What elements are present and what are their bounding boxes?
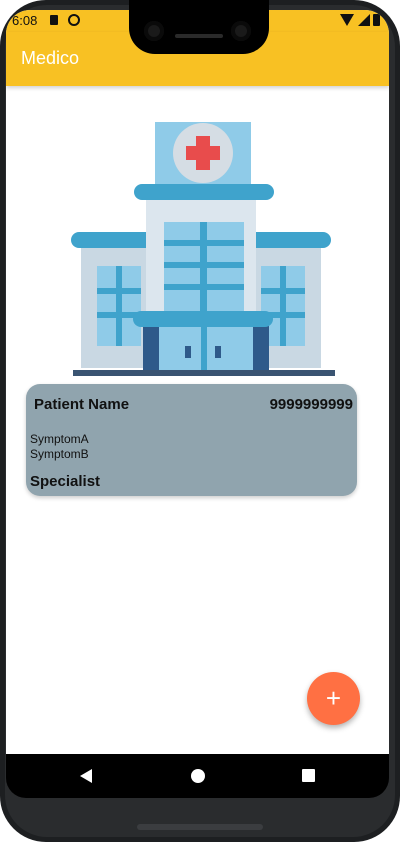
- data-saver-icon: [68, 14, 80, 26]
- specialist-label: Specialist: [30, 473, 101, 490]
- signal-icon: [358, 14, 370, 26]
- patient-name: Patient Name: [34, 396, 130, 413]
- symptom-a: SymptomA: [30, 432, 89, 446]
- camera-notch: [129, 0, 269, 54]
- app-title: Medico: [21, 48, 80, 68]
- patient-card[interactable]: Patient Name 9999999999 SymptomA Symptom…: [26, 384, 357, 496]
- sim-card-icon: [50, 15, 58, 25]
- recents-icon[interactable]: [302, 769, 315, 782]
- earpiece-speaker: [175, 34, 223, 38]
- battery-icon: [373, 14, 380, 26]
- symptom-b: SymptomB: [30, 447, 89, 461]
- back-icon[interactable]: [80, 769, 92, 783]
- hospital-illustration: [71, 122, 335, 376]
- add-patient-button[interactable]: +: [307, 672, 360, 725]
- wifi-icon: [340, 14, 354, 26]
- home-icon[interactable]: [191, 769, 205, 783]
- status-time: 6:08: [12, 13, 38, 28]
- front-camera-icon: [144, 21, 164, 41]
- patient-phone: 9999999999: [269, 396, 353, 413]
- app-screen: 6:08 Medico Patient Name 9999999999 Symp…: [6, 10, 389, 754]
- navigation-bar: [6, 754, 389, 798]
- bottom-speaker: [137, 824, 263, 830]
- front-sensor-icon: [231, 21, 251, 41]
- plus-icon: +: [325, 683, 342, 713]
